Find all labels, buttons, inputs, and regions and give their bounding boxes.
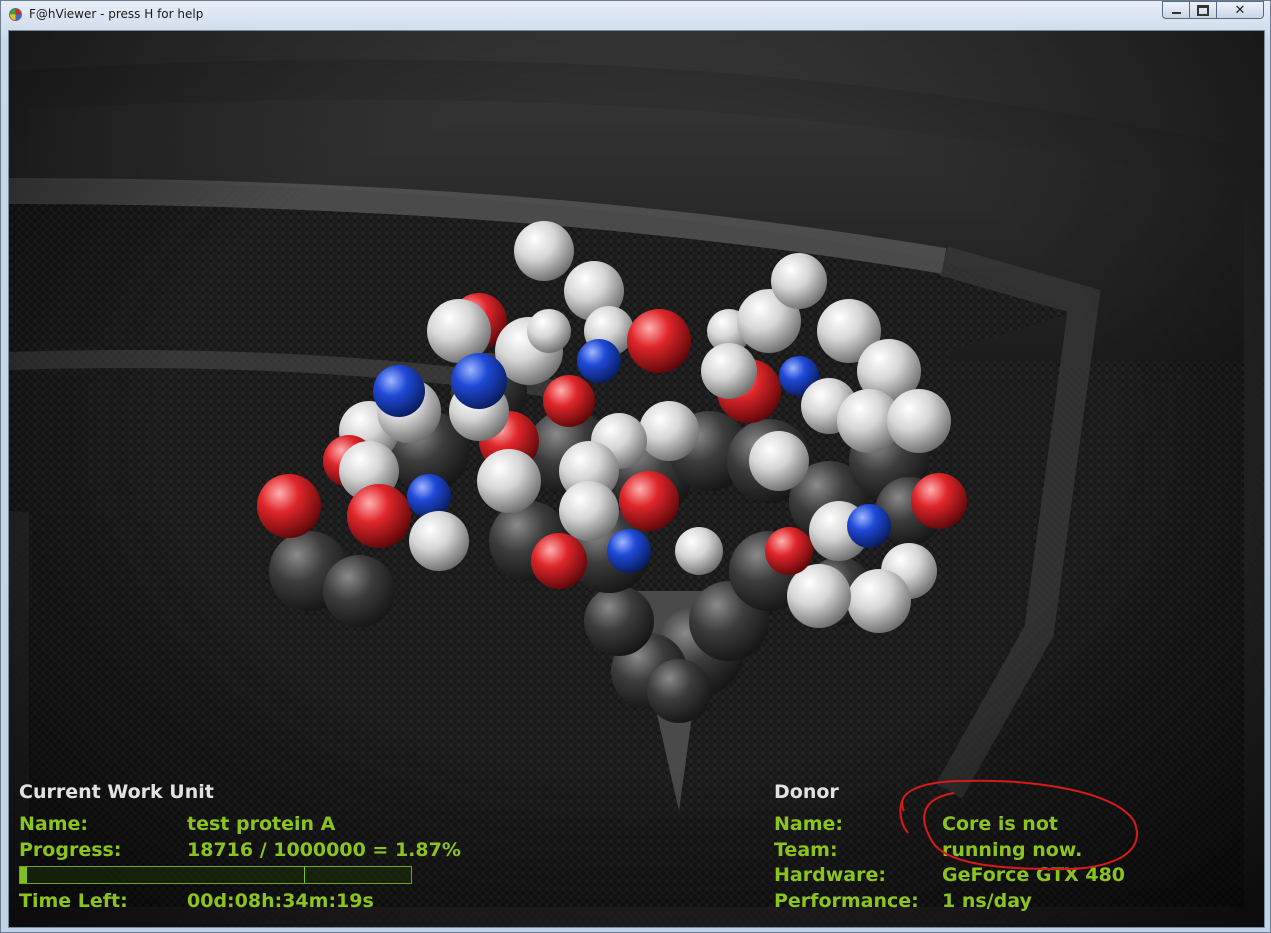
minimize-button[interactable] — [1162, 1, 1189, 19]
folding-app-icon[interactable] — [9, 8, 22, 21]
caption-buttons: ✕ — [1162, 1, 1264, 20]
donor-team-label: Team: — [774, 839, 838, 861]
close-button[interactable]: ✕ — [1216, 1, 1264, 19]
progress-bar — [19, 866, 412, 884]
wu-progress-value: 18716 / 1000000 = 1.87% — [187, 839, 461, 861]
donor-hardware-label: Hardware: — [774, 864, 886, 886]
donor-performance-label: Performance: — [774, 890, 919, 912]
maximize-button[interactable] — [1189, 1, 1216, 19]
wu-progress-label: Progress: — [19, 839, 122, 861]
wu-name-value: test protein A — [187, 813, 336, 835]
viewer-window: F@hViewer - press H for help ✕ Current W… — [0, 0, 1271, 933]
donor-heading: Donor — [774, 781, 839, 803]
title-bar[interactable]: F@hViewer - press H for help ✕ — [1, 1, 1270, 29]
minimize-icon — [1171, 12, 1181, 14]
wu-time-left-value: 00d:08h:34m:19s — [187, 890, 374, 912]
maximize-icon — [1197, 4, 1209, 16]
work-unit-heading: Current Work Unit — [19, 781, 214, 803]
wu-time-left-label: Time Left: — [19, 890, 128, 912]
progress-bar-fill — [20, 867, 27, 883]
red-scribble-annotation — [899, 779, 1138, 871]
wu-name-label: Name: — [19, 813, 89, 835]
progress-bar-marker — [304, 867, 305, 883]
donor-performance-value: 1 ns/day — [942, 890, 1032, 912]
close-icon: ✕ — [1234, 2, 1246, 18]
molecule-viewport[interactable]: Current Work Unit Name: test protein A P… — [8, 30, 1265, 928]
donor-name-label: Name: — [774, 813, 844, 835]
window-title: F@hViewer - press H for help — [29, 7, 204, 21]
